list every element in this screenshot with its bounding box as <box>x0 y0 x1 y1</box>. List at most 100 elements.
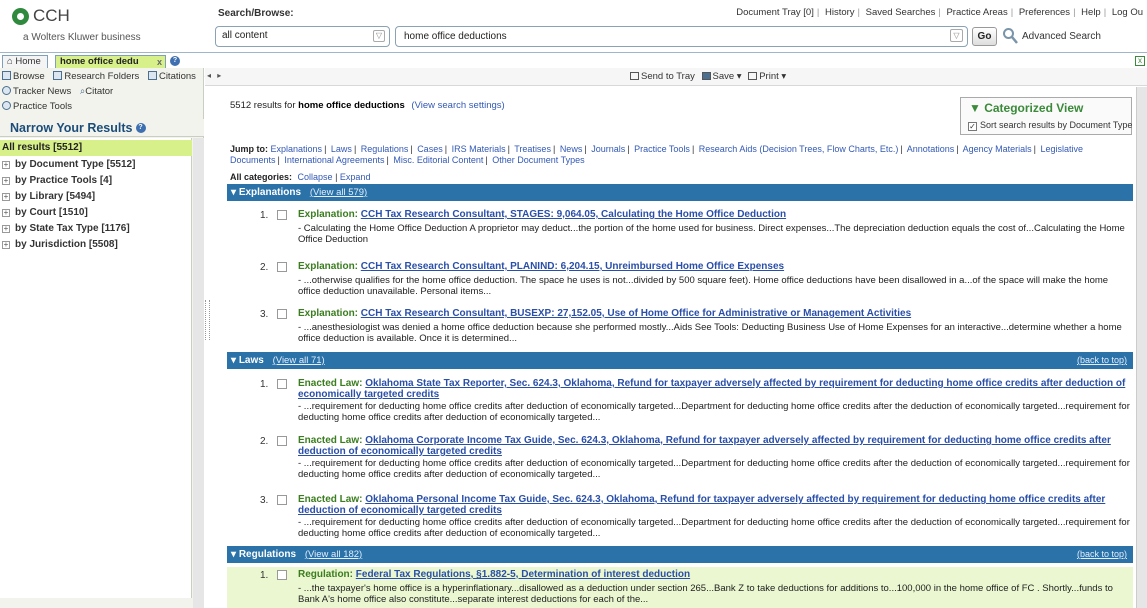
content-scope-select[interactable]: all content ▽ <box>215 26 390 47</box>
back-to-top-link[interactable]: (back to top) <box>1077 546 1127 563</box>
chevron-down-icon[interactable]: ▽ <box>373 30 385 42</box>
close-icon[interactable]: x <box>157 56 162 68</box>
results-scrollbar[interactable] <box>1136 87 1147 608</box>
sort-by-doctype-checkbox[interactable]: ✓ Sort search results by Document Type <box>968 120 1132 131</box>
sidebar-scrollbar[interactable] <box>193 138 204 608</box>
result-checkbox[interactable] <box>277 379 287 389</box>
send-to-tray-button[interactable]: Send to Tray <box>641 71 695 82</box>
result-checkbox[interactable] <box>277 570 287 580</box>
view-all-laws-link[interactable]: (View all 71) <box>273 355 325 366</box>
section-laws-header[interactable]: ▾ Laws (View all 71) (back to top) <box>227 352 1133 369</box>
help-link[interactable]: Help <box>1081 7 1101 18</box>
jump-misc-editorial[interactable]: Misc. Editorial Content <box>393 155 483 165</box>
checkbox-checked-icon[interactable]: ✓ <box>968 122 977 131</box>
facet-court[interactable]: + by Court [1510] <box>2 207 88 218</box>
practice-tools-link[interactable]: Practice Tools <box>13 101 72 112</box>
research-folders-link[interactable]: Research Folders <box>64 71 139 82</box>
jump-irs-materials[interactable]: IRS Materials <box>452 144 506 154</box>
jump-agency-materials[interactable]: Agency Materials <box>963 144 1032 154</box>
section-regulations-header[interactable]: ▾ Regulations (View all 182) (back to to… <box>227 546 1133 563</box>
section-title: Laws <box>238 355 264 366</box>
tracker-news-icon <box>2 86 11 95</box>
cch-logo[interactable]: CCH a Wolters Kluwer business <box>8 5 198 49</box>
result-title-link[interactable]: CCH Tax Research Consultant, PLANIND: 6,… <box>361 261 784 272</box>
practice-areas-link[interactable]: Practice Areas <box>946 7 1007 18</box>
magnifier-icon[interactable] <box>1002 27 1018 45</box>
section-explanations-header[interactable]: ▾ Explanations (View all 579) <box>227 184 1133 201</box>
help-icon[interactable]: ? <box>135 123 146 133</box>
jump-explanations[interactable]: Explanations <box>271 144 323 154</box>
collapse-triangle-icon[interactable]: ▾ <box>231 549 236 560</box>
browse-link[interactable]: Browse <box>13 71 45 82</box>
result-title-link[interactable]: Federal Tax Regulations, §1.882-5, Deter… <box>356 569 690 580</box>
facet-all-results[interactable]: All results [5512] <box>0 140 192 156</box>
collapse-triangle-icon[interactable]: ▾ <box>231 355 236 366</box>
browse-icon <box>2 71 11 80</box>
result-title-link[interactable]: Oklahoma State Tax Reporter, Sec. 624.3,… <box>298 378 1125 400</box>
jump-research-aids[interactable]: Research Aids (Decision Trees, Flow Char… <box>699 144 899 154</box>
jump-news[interactable]: News <box>560 144 583 154</box>
go-button[interactable]: Go <box>972 27 997 46</box>
help-icon[interactable]: ? <box>170 56 180 66</box>
result-title-link[interactable]: CCH Tax Research Consultant, BUSEXP: 27,… <box>361 308 911 319</box>
pane-resize-handle[interactable] <box>205 300 210 340</box>
expand-plus-icon[interactable]: + <box>2 241 10 249</box>
collapse-triangle-icon[interactable]: ▾ <box>231 187 236 198</box>
jump-treatises[interactable]: Treatises <box>514 144 551 154</box>
jump-practice-tools[interactable]: Practice Tools <box>634 144 690 154</box>
result-checkbox[interactable] <box>277 309 287 319</box>
expand-plus-icon[interactable]: + <box>2 161 10 169</box>
result-checkbox[interactable] <box>277 262 287 272</box>
expand-plus-icon[interactable]: + <box>2 193 10 201</box>
facet-state-tax-type[interactable]: + by State Tax Type [1176] <box>2 223 130 234</box>
jump-annotations[interactable]: Annotations <box>907 144 955 154</box>
expand-plus-icon[interactable]: + <box>2 209 10 217</box>
citator-link[interactable]: Citator <box>85 86 113 97</box>
save-button[interactable]: Save ▾ <box>713 71 742 82</box>
result-title-link[interactable]: Oklahoma Personal Income Tax Guide, Sec.… <box>298 494 1105 516</box>
back-to-top-link[interactable]: (back to top) <box>1077 352 1127 369</box>
view-all-regulations-link[interactable]: (View all 182) <box>305 549 362 560</box>
jump-regulations[interactable]: Regulations <box>361 144 409 154</box>
search-input[interactable] <box>395 26 968 47</box>
saved-searches-link[interactable]: Saved Searches <box>866 7 936 18</box>
tracker-news-link[interactable]: Tracker News <box>13 86 71 97</box>
collapse-all-link[interactable]: Collapse <box>298 172 333 182</box>
advanced-search-link[interactable]: Advanced Search <box>1022 31 1101 42</box>
facet-jurisdiction[interactable]: + by Jurisdiction [5508] <box>2 239 118 250</box>
result-title-link[interactable]: CCH Tax Research Consultant, STAGES: 9,0… <box>361 209 786 220</box>
jump-laws[interactable]: Laws <box>331 144 352 154</box>
facet-document-type[interactable]: + by Document Type [5512] <box>2 159 135 170</box>
citations-link[interactable]: Citations <box>159 71 196 82</box>
jump-journals[interactable]: Journals <box>591 144 625 154</box>
view-all-explanations-link[interactable]: (View all 579) <box>310 187 367 198</box>
view-search-settings-link[interactable]: (View search settings) <box>411 100 504 111</box>
close-panel-icon[interactable]: x <box>1135 56 1145 66</box>
facet-library[interactable]: + by Library [5494] <box>2 191 95 202</box>
result-checkbox[interactable] <box>277 495 287 505</box>
result-checkbox[interactable] <box>277 210 287 220</box>
result-title-link[interactable]: Oklahoma Corporate Income Tax Guide, Sec… <box>298 435 1111 457</box>
pane-nav-arrows-icon[interactable]: ◂ ▸ <box>207 71 223 80</box>
jump-international-agreements[interactable]: International Agreements <box>284 155 384 165</box>
logout-link[interactable]: Log Ou <box>1112 7 1143 18</box>
history-link[interactable]: History <box>825 7 855 18</box>
expand-all-link[interactable]: Expand <box>340 172 371 182</box>
result-checkbox[interactable] <box>277 436 287 446</box>
document-tray-link[interactable]: Document Tray [0] <box>736 7 814 18</box>
tab-search-results[interactable]: home office dedu x <box>55 55 166 68</box>
result-item: 1. Explanation: CCH Tax Research Consult… <box>227 207 1133 249</box>
jump-cases[interactable]: Cases <box>417 144 443 154</box>
content-scope-value: all content <box>222 30 268 41</box>
tab-home[interactable]: ⌂ Home <box>2 55 48 68</box>
preferences-link[interactable]: Preferences <box>1019 7 1070 18</box>
search-history-dropdown-icon[interactable]: ▽ <box>950 29 963 42</box>
result-snippet: - ...requirement for deducting home offi… <box>298 517 1130 539</box>
facet-practice-tools[interactable]: + by Practice Tools [4] <box>2 175 112 186</box>
print-button[interactable]: Print ▾ <box>759 71 786 82</box>
jump-other-document-types[interactable]: Other Document Types <box>492 155 584 165</box>
expand-plus-icon[interactable]: + <box>2 225 10 233</box>
expand-plus-icon[interactable]: + <box>2 177 10 185</box>
narrow-results-title: Narrow Your Results <box>10 121 133 135</box>
categorized-view-title[interactable]: ▼ Categorized View <box>969 101 1083 115</box>
